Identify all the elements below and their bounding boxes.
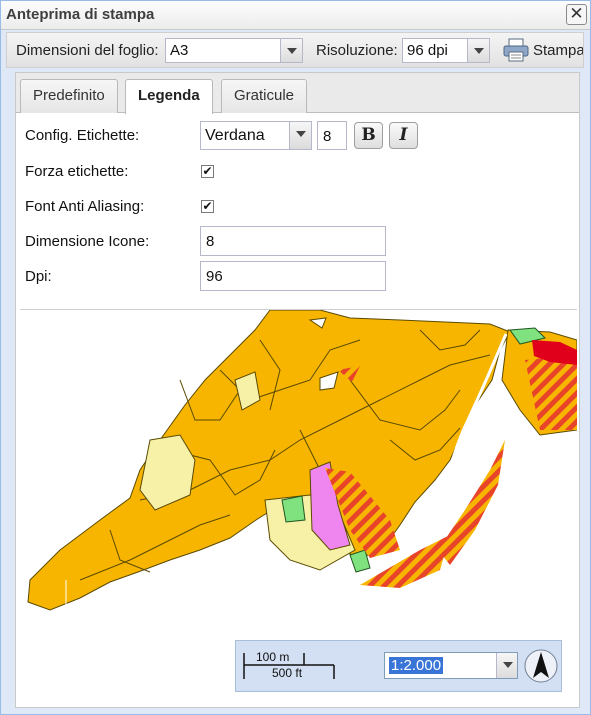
sheet-size-label: Dimensioni del foglio: [16,42,159,59]
close-button[interactable]: ✕ [566,4,587,25]
font-size-input[interactable]: 8 [317,121,347,150]
bold-button[interactable]: B [354,122,383,149]
title-bar[interactable]: Anteprima di stampa ✕ [1,1,590,30]
label-config-label: Config. Etichette: [25,127,140,144]
chevron-down-icon[interactable] [289,122,311,149]
resolution-select[interactable]: 96 dpi [402,38,490,63]
dpi-input[interactable]: 96 [200,261,386,291]
icon-size-label: Dimensione Icone: [25,233,150,250]
chevron-down-icon[interactable] [467,39,489,62]
green-zone [281,495,306,523]
scale-meters: 100 m [256,650,290,664]
window-title: Anteprima di stampa [6,6,155,23]
print-preview-window: Anteprima di stampa ✕ Dimensioni del fog… [0,0,591,715]
dpi-label: Dpi: [25,268,52,285]
scale-value: 1:2.000 [389,657,444,674]
scale-feet: 500 ft [272,666,303,680]
north-arrow-icon [524,649,558,683]
sheet-size-select[interactable]: A3 [165,38,303,63]
options-panel: Predefinito Legenda Graticule Config. Et… [15,72,580,708]
chevron-down-icon[interactable] [280,39,302,62]
print-toolbar: Dimensioni del foglio: A3 Risoluzione: 9… [6,32,584,68]
tab-graticule[interactable]: Graticule [221,79,308,113]
printer-icon [503,38,529,62]
scale-select[interactable]: 1:2.000 [384,652,518,679]
print-label: Stampa [533,42,584,59]
tab-bar: Predefinito Legenda Graticule [16,73,579,114]
icon-size-input[interactable]: 8 [200,226,386,256]
anti-aliasing-label: Font Anti Aliasing: [25,198,145,215]
force-labels-checkbox[interactable]: ✔ [201,165,214,178]
font-value: Verdana [205,127,265,144]
resolution-label: Risoluzione: [316,42,398,59]
resolution-value: 96 dpi [407,42,448,59]
font-select[interactable]: Verdana [200,121,312,150]
sheet-size-value: A3 [170,42,189,59]
anti-aliasing-checkbox[interactable]: ✔ [201,200,214,213]
italic-button[interactable]: I [389,122,418,149]
chevron-down-icon[interactable] [496,653,517,678]
force-labels-label: Forza etichette: [25,163,129,180]
scale-bar-panel: 100 m 500 ft 1:2.000 [235,640,562,692]
tab-legenda[interactable]: Legenda [125,79,213,114]
tab-predefinito[interactable]: Predefinito [20,79,118,113]
